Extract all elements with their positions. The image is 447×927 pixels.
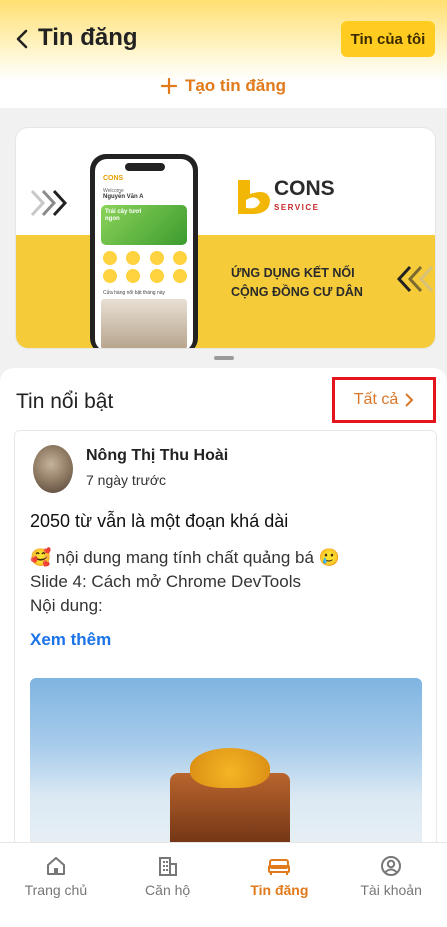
phone-notch (125, 163, 165, 171)
post-author[interactable]: Nông Thị Thu Hoài (86, 447, 228, 465)
section-title: Tin nổi bật (16, 390, 114, 413)
phone-mockup: CONS Welcome Nguyễn Văn A Trái cây tươi … (90, 154, 198, 348)
nav-label-apartment: Căn hộ (145, 882, 191, 898)
see-all-label: Tất cả (353, 391, 399, 408)
phone-shop-image (101, 299, 187, 348)
post-line-1: 🥰 nội dung mang tính chất quảng bá 🥲 (30, 548, 340, 567)
phone-promo-text: Trái cây tươi ngon (105, 209, 142, 222)
carousel-indicator[interactable] (214, 356, 234, 360)
phone-icon-row-2 (103, 269, 187, 283)
page-title: Tin đăng (38, 24, 138, 51)
post-card[interactable]: Nông Thị Thu Hoài 7 ngày trước 2050 từ v… (14, 430, 437, 862)
my-posts-button[interactable]: Tin của tôi (341, 21, 435, 57)
back-button[interactable] (12, 27, 34, 51)
see-all-button[interactable]: Tất cả (332, 377, 436, 423)
create-post-label: Tạo tin đăng (184, 76, 287, 95)
drink-topping (190, 748, 270, 788)
chevron-right-icon (405, 393, 414, 407)
see-more-link[interactable]: Xem thêm (30, 630, 111, 650)
phone-user-name: Nguyễn Văn A (103, 194, 144, 200)
post-time: 7 ngày trước (86, 472, 167, 488)
triple-chevron-right-icon (30, 189, 68, 217)
account-icon (381, 856, 402, 876)
banner-yellow-band (16, 235, 435, 348)
nav-item-posts[interactable]: Tin đăng (224, 843, 336, 927)
post-line-3: Nội dung: (30, 596, 103, 615)
phone-shops-label: Cửa hàng nổi bật tháng này (103, 290, 166, 296)
post-title: 2050 từ vẫn là một đoạn khá dài (30, 511, 289, 531)
app-header: Tin đăng Tin của tôi Tạo tin đăng (0, 0, 447, 108)
nav-item-apartment[interactable]: Căn hộ (112, 843, 224, 927)
nav-item-account[interactable]: Tài khoản (335, 843, 447, 927)
tagline-line-2: CỘNG ĐỒNG CƯ DÂN (231, 285, 363, 299)
nav-label-home: Trang chủ (24, 882, 88, 898)
chevron-left-icon (16, 29, 28, 49)
phone-screen: CONS Welcome Nguyễn Văn A Trái cây tươi … (95, 159, 193, 348)
bottom-navigation: Trang chủ Căn hộ Tin đăng Tài khoản (0, 842, 447, 927)
create-post-button[interactable]: Tạo tin đăng (0, 70, 447, 102)
home-icon (46, 857, 65, 875)
plus-icon (160, 78, 177, 94)
post-body: 🥰 nội dung mang tính chất quảng bá 🥲 Sli… (30, 546, 340, 618)
tagline-line-1: ỨNG DỤNG KẾT NỐI (231, 266, 355, 280)
phone-app-logo: CONS (103, 175, 124, 182)
post-image[interactable] (30, 678, 422, 861)
promo-banner[interactable]: CONS Welcome Nguyễn Văn A Trái cây tươi … (16, 128, 435, 348)
brand-service: SERVICE (274, 203, 320, 212)
nav-item-home[interactable]: Trang chủ (0, 843, 112, 927)
triple-chevron-left-icon (396, 265, 434, 293)
nav-label-posts: Tin đăng (250, 882, 309, 898)
building-icon (158, 857, 177, 876)
brand-name: CONS (274, 177, 335, 200)
phone-icon-row (103, 251, 187, 265)
bed-icon (268, 859, 291, 875)
nav-label-account: Tài khoản (360, 882, 422, 898)
post-line-2: Slide 4: Cách mở Chrome DevTools (30, 572, 301, 591)
banner-tagline: ỨNG DỤNG KẾT NỐI CỘNG ĐỒNG CƯ DÂN (231, 264, 363, 302)
avatar[interactable] (33, 445, 73, 493)
featured-section: Tin nổi bật Tất cả Nông Thị Thu Hoài 7 n… (0, 368, 447, 862)
